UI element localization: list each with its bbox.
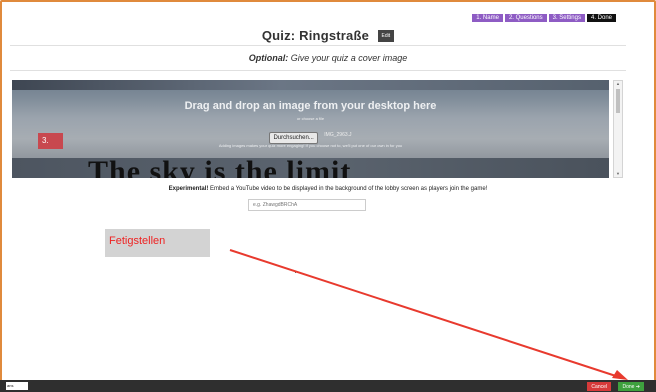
cover-image-caption: The sky is the limit xyxy=(88,155,352,178)
step-name[interactable]: 1. Name xyxy=(472,14,503,22)
divider xyxy=(10,70,626,71)
experimental-text: Embed a YouTube video to be displayed in… xyxy=(210,186,488,192)
optional-text: Give your quiz a cover image xyxy=(290,53,408,63)
done-button[interactable]: Done ➔ xyxy=(618,382,644,391)
cover-image-dropzone[interactable]: The sky is the limit Drag and drop an im… xyxy=(12,80,609,178)
bottom-bar: ans Cancel Done ➔ xyxy=(0,380,656,392)
optional-prefix: Optional: xyxy=(248,53,289,63)
cover-image-top-band xyxy=(12,80,609,90)
youtube-id-input[interactable] xyxy=(248,199,366,211)
page-title: Quiz: Ringstraße xyxy=(261,28,370,43)
drag-drop-text: Drag and drop an image from your desktop… xyxy=(184,100,437,112)
edit-title-button[interactable]: Edit xyxy=(377,29,395,42)
step-settings[interactable]: 3. Settings xyxy=(548,14,585,22)
scroll-thumb[interactable] xyxy=(616,89,620,113)
cancel-button[interactable]: Cancel xyxy=(587,382,611,391)
cover-section-heading: Optional: Give your quiz a cover image xyxy=(0,53,656,63)
cover-scrollbar[interactable]: ▲ ▼ xyxy=(613,80,623,178)
progress-steps: 1. Name 2. Questions 3. Settings 4. Done xyxy=(472,14,616,22)
cover-hint-text: Adding images makes your quiz more engag… xyxy=(218,143,403,148)
selected-file-name: IMG_2963.J xyxy=(324,131,352,138)
scroll-down-icon[interactable]: ▼ xyxy=(616,172,620,176)
step-questions[interactable]: 2. Questions xyxy=(504,14,547,22)
finish-annotation-label: Fetigstellen xyxy=(105,229,210,257)
bottom-text-field[interactable]: ans xyxy=(6,382,28,390)
experimental-label: Experimental! xyxy=(168,186,209,192)
file-picker: Durchsuchen... IMG_2963.J xyxy=(12,126,609,144)
title-row: Quiz: Ringstraße Edit xyxy=(0,27,656,45)
choose-file-text: or choose a file xyxy=(296,116,325,121)
divider xyxy=(10,45,626,46)
youtube-embed-description: Experimental! Embed a YouTube video to b… xyxy=(0,186,656,192)
step-annotation-badge: 3. xyxy=(38,133,63,149)
step-done[interactable]: 4. Done xyxy=(586,14,616,22)
scroll-up-icon[interactable]: ▲ xyxy=(616,82,620,86)
stray-dot xyxy=(295,272,296,273)
